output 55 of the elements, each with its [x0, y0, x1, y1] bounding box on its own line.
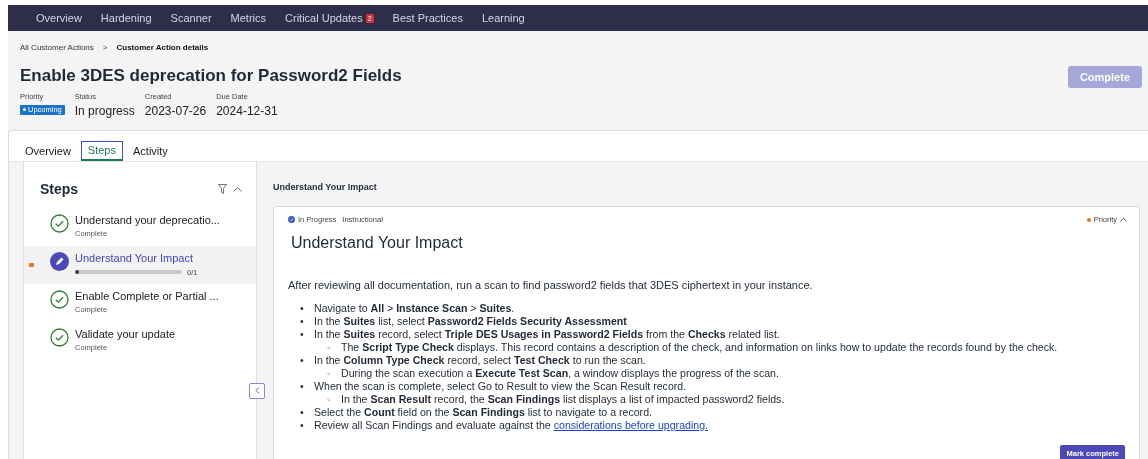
bullet-marker: • — [300, 302, 305, 315]
list-item-text: The Script Type Check displays. This record contains a description of the check, and information on links how to update the records found by the check. — [341, 341, 1058, 354]
bullet-marker: • — [300, 380, 305, 393]
list-item-text: In the Suites record, select Triple DES Usages in Password2 Fields from the Checks related list. — [314, 328, 780, 341]
intro-text: After reviewing all documentation, run a scan to find password2 fields that 3DES ciphertext in your instance. — [288, 277, 814, 293]
tab[interactable]: Overview — [19, 140, 77, 161]
card-title: Understand Your Impact — [291, 232, 464, 253]
chevron-up-icon[interactable] — [233, 186, 242, 193]
bullet-marker: • — [300, 354, 305, 367]
list-item-text: Navigate to All > Instance Scan > Suites. — [314, 302, 515, 315]
page-title: Enable 3DES deprecation for Password2 Fields — [20, 65, 402, 87]
list-item-text: Review all Scan Findings and evaluate against the considerations before upgrading. — [314, 419, 708, 432]
field-value: 2023-07-26 — [144, 102, 207, 120]
chevron-up-icon[interactable] — [1120, 217, 1127, 223]
considerations-link[interactable]: considerations before upgrading. — [553, 419, 708, 431]
bullet-marker: • — [300, 419, 305, 432]
pencil-circle-icon — [50, 251, 69, 271]
nav-item[interactable]: Best Practices — [392, 9, 463, 27]
panel-title: Steps — [40, 179, 79, 199]
step-title: Validate your update — [75, 327, 176, 341]
breadcrumb-separator: > — [102, 42, 108, 54]
section-heading: Understand Your Impact — [273, 180, 378, 194]
list-item-text: In the Column Type Check record, select Test Check to run the scan. — [314, 354, 646, 367]
list-item-text: During the scan execution a Execute Test Scan, a window displays the progress of the scan. — [341, 367, 779, 380]
nav-item[interactable]: Overview — [36, 9, 82, 27]
bullet-marker: • — [300, 406, 305, 419]
field-value: 2024-12-31 — [216, 102, 278, 120]
list-item-text: In the Suites list, select Password2 Fields Security Assessment — [314, 315, 627, 328]
filter-icon[interactable] — [218, 184, 227, 195]
current-marker — [29, 262, 34, 267]
list-item-text: When the scan is complete, select Go to Result to view the Scan Result record. — [314, 380, 687, 393]
check-circle-icon — [50, 327, 69, 347]
nav-item[interactable]: Metrics — [230, 9, 267, 27]
chevron-left-icon — [254, 387, 260, 395]
status-icon — [288, 216, 295, 224]
step-title: Understand Your Impact — [75, 251, 195, 265]
collapse-button[interactable] — [249, 382, 265, 399]
breadcrumb-current: Customer Action details — [116, 42, 209, 54]
step-title: Enable Complete or Partial ... — [75, 289, 219, 303]
tab[interactable]: Activity — [127, 140, 174, 161]
nav-item[interactable]: Scanner — [170, 9, 212, 27]
check-circle-icon — [50, 289, 69, 309]
nav-item[interactable]: Learning — [481, 9, 525, 27]
list-item-text: In the Scan Result record, the Scan Findings list displays a list of impacted password2 fields. — [341, 393, 785, 406]
field-value: In progress — [74, 102, 135, 120]
bullet-marker: • — [300, 328, 305, 341]
breadcrumb-link[interactable]: All Customer Actions — [20, 42, 94, 54]
bullet-marker: ◦ — [327, 393, 332, 406]
list-item-text: Select the Count field on the Scan Findings list to navigate to a record. — [314, 406, 652, 419]
check-circle-icon — [50, 213, 69, 233]
bullet-marker: ◦ — [327, 367, 332, 380]
bullet-marker: • — [300, 315, 305, 328]
step-title: Understand your deprecatio... — [75, 213, 220, 227]
bullet-marker: ◦ — [327, 341, 332, 354]
nav-item[interactable]: Hardening — [100, 9, 152, 27]
